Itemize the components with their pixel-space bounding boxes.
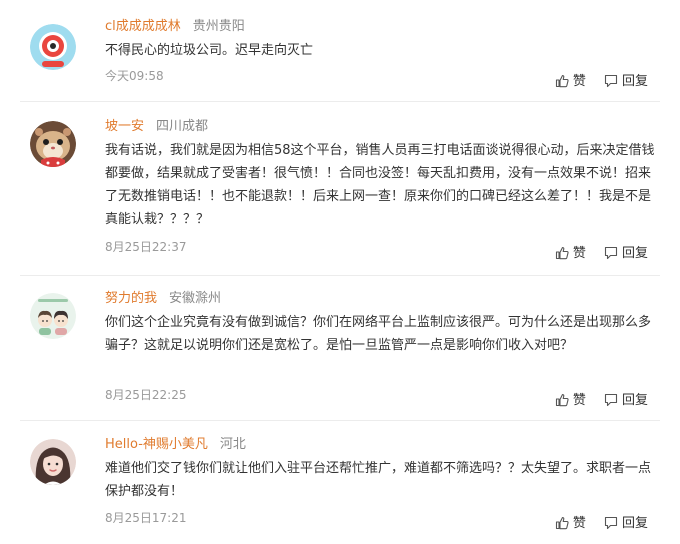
- comment-feed: cl成成成成林 贵州贵阳 不得民心的垃圾公司。迟早走向灭亡 今天09:58 赞 回…: [0, 0, 680, 544]
- like-label: 赞: [572, 246, 586, 261]
- like-label: 赞: [572, 393, 586, 408]
- reply-button[interactable]: 回复: [604, 70, 648, 89]
- comment-meta: cl成成成成林 贵州贵阳: [105, 18, 245, 36]
- reply-icon: [604, 246, 618, 260]
- comment-actions: 赞 回复: [555, 242, 648, 261]
- like-label: 赞: [572, 516, 586, 531]
- comment-time: 8月25日22:25: [105, 388, 187, 402]
- reply-label: 回复: [621, 516, 648, 531]
- girl-avatar-icon: [30, 439, 76, 485]
- reply-button[interactable]: 回复: [604, 389, 648, 408]
- like-button[interactable]: 赞: [555, 389, 586, 408]
- comment-actions: 赞 回复: [555, 70, 648, 89]
- user-location: 河北: [219, 437, 246, 452]
- avatar[interactable]: [30, 121, 76, 167]
- comment-time: 8月25日22:37: [105, 240, 187, 254]
- reply-button[interactable]: 回复: [604, 512, 648, 531]
- comment-text: 你们这个企业究竟有没有做到诚信？你们在网络平台上监制应该很严。可为什么还是出现那…: [105, 315, 652, 353]
- thumbs-up-icon: [555, 516, 569, 530]
- comment-item: 坡一安 四川成都 我有话说，我们就是因为相信58这个平台，销售人员再三打电话面谈说…: [0, 102, 680, 272]
- comment-time: 8月25日17:21: [105, 511, 187, 525]
- hamster-avatar-icon: [30, 121, 76, 167]
- comment-text: 我有话说，我们就是因为相信58这个平台，销售人员再三打电话面谈说得很心动，后来决…: [105, 143, 655, 227]
- username-link[interactable]: cl成成成成林: [105, 19, 181, 34]
- reply-icon: [604, 516, 618, 530]
- comment-item: 努力的我 安徽滁州 你们这个企业究竟有没有做到诚信？你们在网络平台上监制应该很严。…: [0, 276, 680, 420]
- comment-meta: 坡一安 四川成都: [105, 118, 208, 136]
- comment-text: 难道他们交了钱你们就让他们入驻平台还帮忙推广，难道都不筛选吗？？太失望了。求职者…: [105, 461, 652, 499]
- like-button[interactable]: 赞: [555, 70, 586, 89]
- weibo-default-avatar-icon: [30, 24, 76, 70]
- reply-icon: [604, 74, 618, 88]
- username-link[interactable]: 坡一安: [105, 119, 144, 134]
- avatar[interactable]: [30, 24, 76, 70]
- avatar[interactable]: [30, 439, 76, 485]
- comment-item: Hello-神赐小美凡 河北 难道他们交了钱你们就让他们入驻平台还帮忙推广，难道都…: [0, 421, 680, 544]
- user-location: 安徽滁州: [169, 291, 222, 306]
- like-label: 赞: [572, 74, 586, 89]
- avatar[interactable]: [30, 293, 76, 339]
- like-button[interactable]: 赞: [555, 512, 586, 531]
- reply-label: 回复: [621, 393, 648, 408]
- thumbs-up-icon: [555, 393, 569, 407]
- username-link[interactable]: 努力的我: [105, 291, 157, 306]
- comment-actions: 赞 回复: [555, 512, 648, 531]
- comment-meta: Hello-神赐小美凡 河北: [105, 436, 246, 454]
- reply-button[interactable]: 回复: [604, 242, 648, 261]
- comment-item: cl成成成成林 贵州贵阳 不得民心的垃圾公司。迟早走向灭亡 今天09:58 赞 回…: [0, 0, 680, 100]
- user-location: 贵州贵阳: [192, 19, 245, 34]
- reply-label: 回复: [621, 74, 648, 89]
- comment-time: 今天09:58: [105, 69, 164, 83]
- comment-meta: 努力的我 安徽滁州: [105, 290, 221, 308]
- like-button[interactable]: 赞: [555, 242, 586, 261]
- user-location: 四川成都: [156, 119, 209, 134]
- username-link[interactable]: Hello-神赐小美凡: [105, 437, 208, 452]
- thumbs-up-icon: [555, 246, 569, 260]
- reply-icon: [604, 393, 618, 407]
- cartoon-couple-avatar-icon: [30, 293, 76, 339]
- comment-actions: 赞 回复: [555, 389, 648, 408]
- reply-label: 回复: [621, 246, 648, 261]
- thumbs-up-icon: [555, 74, 569, 88]
- comment-text: 不得民心的垃圾公司。迟早走向灭亡: [105, 43, 314, 58]
